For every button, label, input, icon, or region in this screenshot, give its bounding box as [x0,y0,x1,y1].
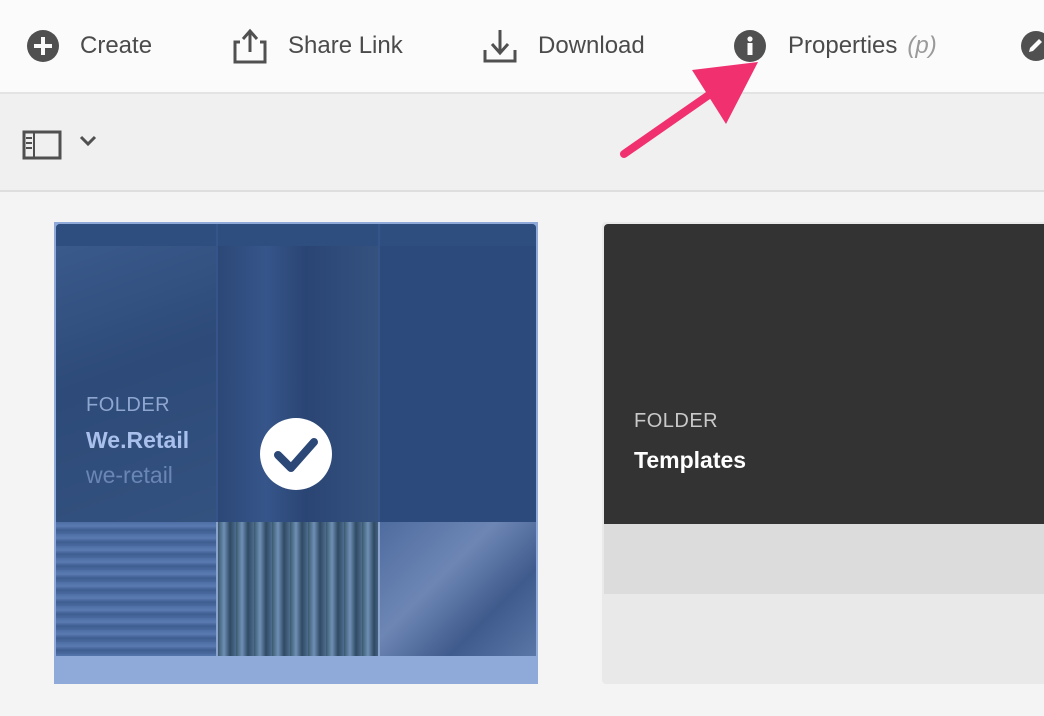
share-link-label: Share Link [288,32,403,59]
edit-button[interactable] [1020,0,1044,92]
download-icon [482,28,518,64]
folder-thumbnail-bottom [56,522,536,656]
create-label: Create [80,32,153,59]
share-icon [232,28,268,64]
pencil-icon [1020,30,1044,62]
folder-type-label: FOLDER [634,410,719,432]
content-area: FOLDER We.Retail we-retail FOLDER Templa… [0,192,1044,716]
folder-name: we-retail [86,462,173,488]
plus-circle-icon [26,29,60,63]
folder-title: Templates [634,447,747,473]
action-bar: Create Share Link Download Properties (p… [0,0,1044,94]
view-toolbar [0,94,1044,192]
properties-shortcut: (p) [907,32,937,59]
folder-card-templates[interactable]: FOLDER Templates [602,222,1044,684]
properties-label: Properties [788,32,898,59]
annotation-arrow-icon [610,48,770,173]
checkmark-icon[interactable] [260,418,332,495]
folder-type-label: FOLDER [86,394,171,416]
folder-thumbnail: FOLDER Templates [604,224,1044,524]
folder-title: We.Retail [86,427,190,453]
folder-card-we-retail[interactable]: FOLDER We.Retail we-retail [54,222,538,684]
chevron-down-icon[interactable] [78,134,98,153]
share-link-button[interactable]: Share Link [232,0,403,92]
folder-card-meta: FOLDER We.Retail we-retail [86,394,189,489]
folder-card-footer [604,524,1044,594]
rail-toggle-icon[interactable] [22,130,62,165]
folder-card-meta: FOLDER Templates [634,410,746,474]
create-button[interactable]: Create [26,0,152,92]
